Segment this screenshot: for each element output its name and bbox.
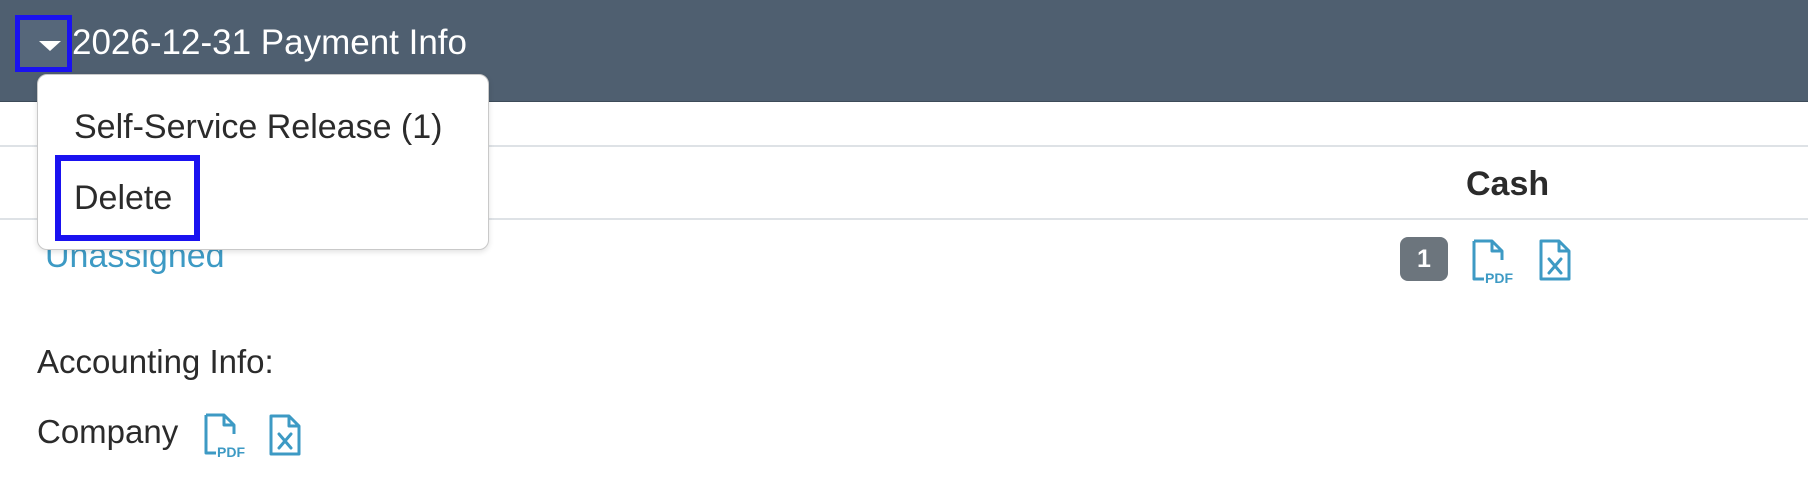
- file-excel-icon[interactable]: [1538, 238, 1572, 282]
- svg-text:PDF: PDF: [217, 444, 245, 458]
- cash-count-badge: 1: [1400, 237, 1448, 281]
- svg-text:PDF: PDF: [1485, 270, 1513, 284]
- actions-dropdown-menu: Self-Service Release (1) Delete: [37, 74, 489, 250]
- menu-item-delete-label: Delete: [74, 179, 173, 217]
- file-excel-icon[interactable]: [268, 413, 302, 457]
- page-title: 2026-12-31 Payment Info: [72, 23, 467, 62]
- caret-down-icon: [39, 41, 61, 51]
- company-label: Company: [37, 413, 179, 450]
- menu-item-delete[interactable]: Delete: [55, 155, 200, 241]
- accounting-info-label: Accounting Info:: [37, 343, 274, 380]
- menu-item-self-service-release[interactable]: Self-Service Release (1): [74, 105, 442, 149]
- file-pdf-icon[interactable]: PDF: [1469, 238, 1515, 284]
- actions-dropdown-toggle[interactable]: [15, 15, 72, 72]
- column-header-cash: Cash: [1466, 165, 1550, 203]
- file-pdf-icon[interactable]: PDF: [201, 412, 247, 458]
